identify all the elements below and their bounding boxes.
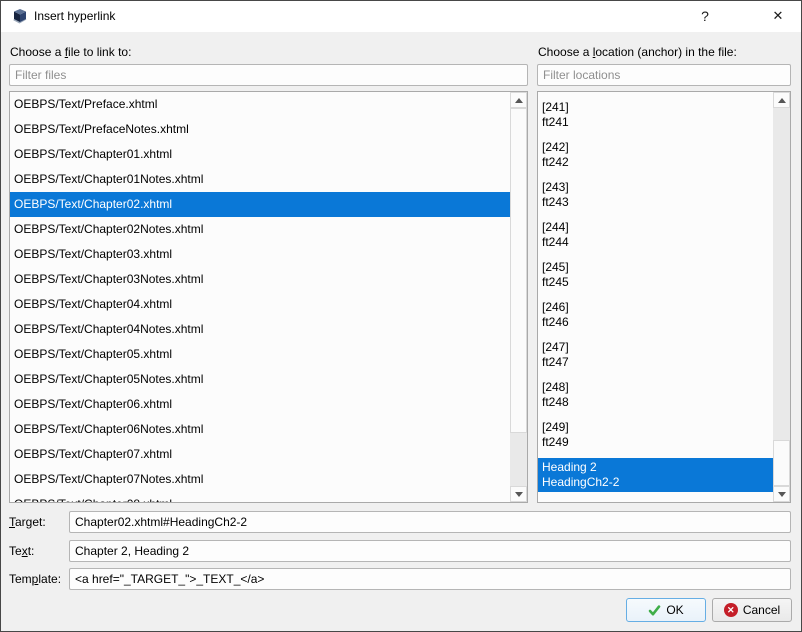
file-item[interactable]: OEBPS/Text/Chapter07Notes.xhtml — [10, 467, 510, 492]
anchor-item[interactable]: [247] ft247 — [538, 338, 773, 372]
ok-button-label: OK — [666, 603, 684, 617]
file-item[interactable]: OEBPS/Text/Chapter01Notes.xhtml — [10, 167, 510, 192]
text-label: Text: — [9, 544, 35, 558]
choose-file-label: Choose a file to link to: — [10, 45, 132, 59]
scroll-up-icon[interactable] — [773, 92, 790, 108]
anchor-item[interactable]: [242] ft242 — [538, 138, 773, 172]
file-item[interactable]: OEBPS/Text/Chapter08.xhtml — [10, 492, 510, 502]
files-list: OEBPS/Text/Preface.xhtml OEBPS/Text/Pref… — [9, 91, 528, 503]
title-bar[interactable]: Insert hyperlink ? ✕ — [1, 1, 801, 32]
anchors-list: [241] ft241 [242] ft242 [243] ft243 [244… — [537, 91, 791, 503]
anchor-item[interactable]: [249] ft249 — [538, 418, 773, 452]
files-scrollbar[interactable] — [510, 92, 527, 502]
scroll-down-icon[interactable] — [773, 486, 790, 502]
file-item[interactable]: OEBPS/Text/Chapter01.xhtml — [10, 142, 510, 167]
template-input[interactable] — [69, 568, 791, 590]
anchors-scrollbar-thumb[interactable] — [773, 440, 790, 486]
anchors-scrollbar[interactable] — [773, 92, 790, 502]
anchor-item[interactable]: [243] ft243 — [538, 178, 773, 212]
cancel-x-icon: ✕ — [723, 603, 738, 617]
template-label: Template: — [9, 572, 62, 586]
check-icon — [649, 604, 661, 615]
close-icon[interactable]: ✕ — [757, 1, 799, 31]
filter-files-input[interactable] — [9, 64, 528, 86]
cancel-button-label: Cancel — [742, 603, 781, 617]
file-item[interactable]: OEBPS/Text/Chapter05.xhtml — [10, 342, 510, 367]
file-item[interactable]: OEBPS/Text/Chapter02.xhtml — [10, 192, 510, 217]
filter-locations-input[interactable] — [537, 64, 791, 86]
anchor-item[interactable]: [246] ft246 — [538, 298, 773, 332]
anchor-item[interactable]: Heading 2 HeadingCh2-2 — [538, 458, 773, 492]
file-item[interactable]: OEBPS/Text/Preface.xhtml — [10, 92, 510, 117]
insert-hyperlink-dialog: Insert hyperlink ? ✕ Choose a file to li… — [0, 0, 802, 632]
choose-location-label: Choose a location (anchor) in the file: — [538, 45, 737, 59]
file-item[interactable]: OEBPS/Text/Chapter03Notes.xhtml — [10, 267, 510, 292]
window-title: Insert hyperlink — [34, 9, 116, 23]
files-scrollbar-thumb[interactable] — [510, 108, 527, 433]
file-item[interactable]: OEBPS/Text/Chapter06Notes.xhtml — [10, 417, 510, 442]
file-item[interactable]: OEBPS/Text/Chapter05Notes.xhtml — [10, 367, 510, 392]
anchor-item[interactable]: [241] ft241 — [538, 98, 773, 132]
target-label: Target: — [9, 515, 46, 529]
file-item[interactable]: OEBPS/Text/Chapter04.xhtml — [10, 292, 510, 317]
file-item[interactable]: OEBPS/Text/Chapter04Notes.xhtml — [10, 317, 510, 342]
anchor-item[interactable]: [245] ft245 — [538, 258, 773, 292]
file-item[interactable]: OEBPS/Text/Chapter07.xhtml — [10, 442, 510, 467]
scroll-down-icon[interactable] — [510, 486, 527, 502]
anchor-item[interactable]: [244] ft244 — [538, 218, 773, 252]
help-button[interactable]: ? — [684, 1, 726, 31]
file-item[interactable]: OEBPS/Text/Chapter03.xhtml — [10, 242, 510, 267]
cancel-button[interactable]: ✕ Cancel — [712, 598, 792, 622]
text-input[interactable] — [69, 540, 791, 562]
target-input[interactable] — [69, 511, 791, 533]
anchor-item[interactable]: [248] ft248 — [538, 378, 773, 412]
file-item[interactable]: OEBPS/Text/Chapter06.xhtml — [10, 392, 510, 417]
scroll-up-icon[interactable] — [510, 92, 527, 108]
app-icon — [13, 9, 27, 24]
file-item[interactable]: OEBPS/Text/PrefaceNotes.xhtml — [10, 117, 510, 142]
ok-button[interactable]: OK — [626, 598, 706, 622]
file-item[interactable]: OEBPS/Text/Chapter02Notes.xhtml — [10, 217, 510, 242]
